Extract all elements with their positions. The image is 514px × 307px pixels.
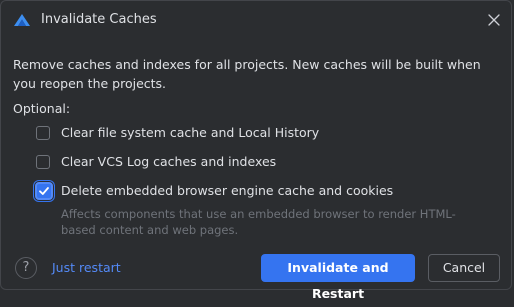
invalidate-and-restart-button[interactable]: Invalidate and Restart bbox=[261, 254, 415, 301]
checkbox-checked[interactable] bbox=[35, 182, 53, 200]
checkbox[interactable] bbox=[36, 155, 50, 169]
checkbox[interactable] bbox=[36, 126, 50, 140]
just-restart-link[interactable]: Just restart bbox=[52, 260, 121, 275]
cancel-button[interactable]: Cancel bbox=[428, 254, 500, 282]
option-hint: Affects components that use an embedded … bbox=[61, 207, 456, 237]
help-icon[interactable]: ? bbox=[15, 257, 37, 279]
checkmark-icon bbox=[39, 187, 49, 195]
dialog-description: Remove caches and indexes for all projec… bbox=[13, 57, 481, 91]
app-logo-icon bbox=[13, 12, 31, 26]
option-label: Clear file system cache and Local Histor… bbox=[61, 125, 320, 140]
option-label: Delete embedded browser engine cache and… bbox=[61, 183, 394, 198]
option-label: Clear VCS Log caches and indexes bbox=[61, 154, 277, 169]
title-bar: Invalidate Caches bbox=[1, 1, 511, 39]
invalidate-caches-dialog: Invalidate Caches Remove caches and inde… bbox=[0, 0, 512, 301]
close-icon[interactable] bbox=[486, 12, 502, 28]
optional-label: Optional: bbox=[13, 101, 71, 116]
dialog-title: Invalidate Caches bbox=[41, 12, 157, 27]
